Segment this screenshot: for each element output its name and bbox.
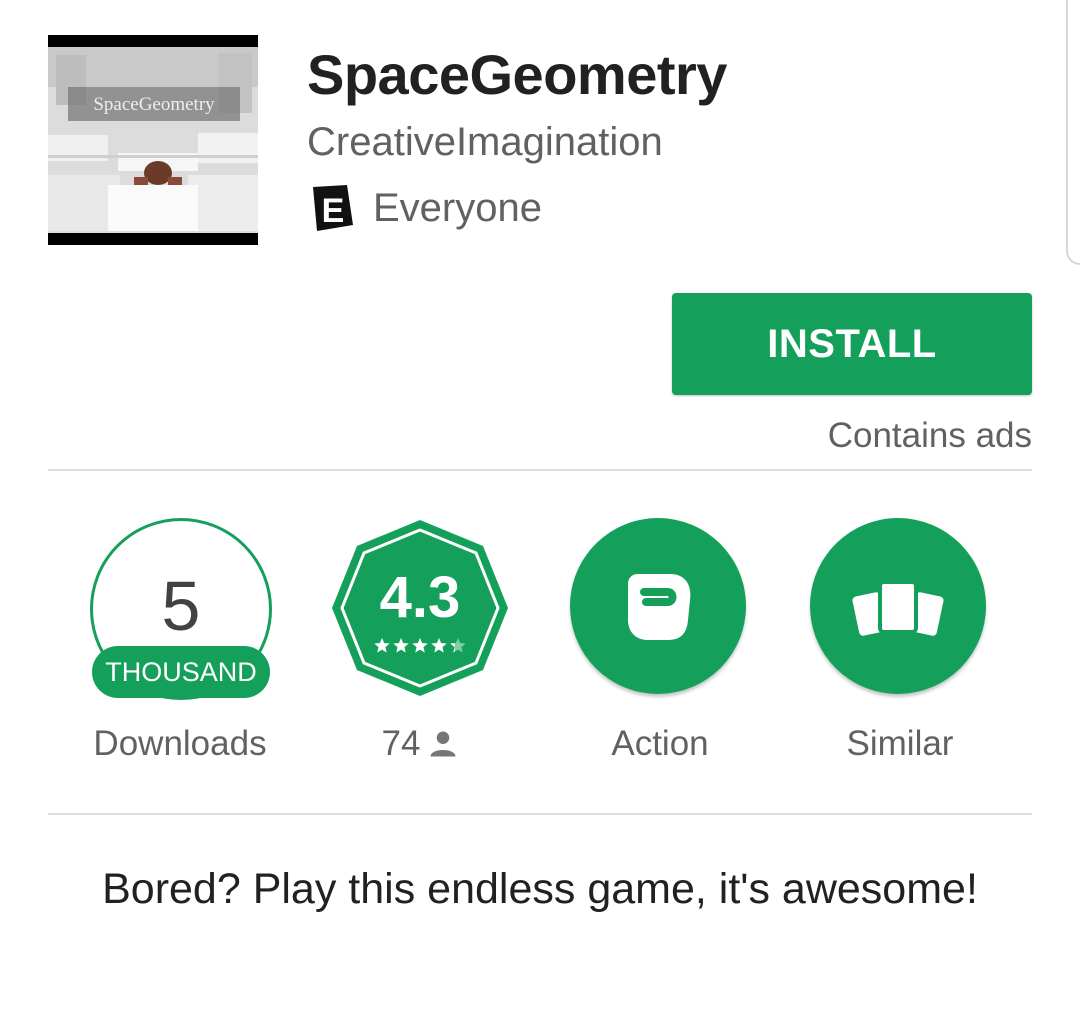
genre-label: Action bbox=[611, 724, 709, 763]
rating-count: 74 bbox=[381, 724, 421, 763]
downloads-unit: THOUSAND bbox=[92, 646, 270, 698]
rating-stat[interactable]: 4.3 74 bbox=[330, 518, 510, 778]
person-icon bbox=[430, 731, 456, 757]
similar-stat[interactable]: Similar bbox=[810, 518, 990, 778]
rating-count-label: 74 bbox=[290, 724, 550, 764]
content-rating-label: Everyone bbox=[373, 185, 542, 230]
downloads-value: 5 bbox=[161, 567, 201, 645]
app-title: SpaceGeometry bbox=[307, 43, 727, 106]
genre-stat[interactable]: Action bbox=[570, 518, 750, 778]
cards-icon bbox=[852, 580, 944, 636]
esrb-everyone-icon: E bbox=[313, 185, 353, 231]
esrb-badge-letter: E bbox=[322, 192, 345, 230]
similar-label: Similar bbox=[846, 724, 954, 763]
app-icon: SpaceGeometry bbox=[48, 35, 258, 245]
divider-bottom bbox=[48, 813, 1032, 815]
downloads-stat[interactable]: 5 THOUSAND Downloads bbox=[90, 518, 272, 778]
fist-icon bbox=[628, 574, 691, 640]
app-icon-caption: SpaceGeometry bbox=[93, 94, 215, 115]
content-rating-row: E Everyone bbox=[307, 185, 542, 231]
contains-ads-notice: Contains ads bbox=[827, 416, 1032, 455]
install-button[interactable]: INSTALL bbox=[672, 293, 1032, 395]
downloads-label: Downloads bbox=[93, 724, 267, 763]
app-description: Bored? Play this endless game, it's awes… bbox=[102, 865, 978, 913]
scroll-edge-indicator bbox=[1066, 0, 1080, 265]
divider-top bbox=[48, 469, 1032, 471]
rating-value: 4.3 bbox=[379, 565, 461, 630]
developer-link[interactable]: CreativeImagination bbox=[307, 120, 663, 165]
